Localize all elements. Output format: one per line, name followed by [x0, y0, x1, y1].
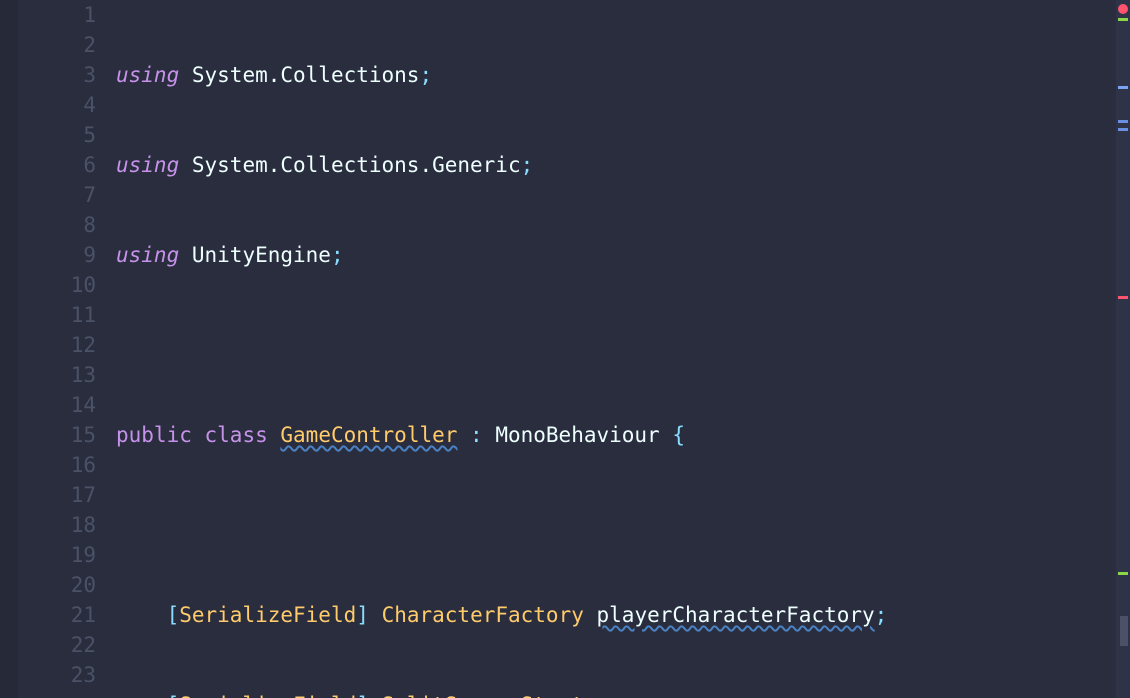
- code-line[interactable]: using UnityEngine;: [108, 240, 1116, 270]
- open-brace: {: [672, 423, 685, 447]
- type-name: CharacterFactory: [382, 603, 584, 627]
- line-number[interactable]: 11: [18, 300, 96, 330]
- namespace: System.Collections: [192, 63, 420, 87]
- line-number[interactable]: 13: [18, 360, 96, 390]
- line-number[interactable]: 16: [18, 450, 96, 480]
- code-area[interactable]: using System.Collections; using System.C…: [108, 0, 1116, 698]
- line-number[interactable]: 20: [18, 570, 96, 600]
- line-number[interactable]: 3: [18, 60, 96, 90]
- code-line[interactable]: public class GameController : MonoBehavi…: [108, 420, 1116, 450]
- keyword-using: using: [116, 63, 179, 87]
- code-line[interactable]: using System.Collections;: [108, 60, 1116, 90]
- namespace: System.Collections.Generic: [192, 153, 521, 177]
- namespace: UnityEngine: [192, 243, 331, 267]
- info-marker[interactable]: [1118, 120, 1128, 123]
- line-number[interactable]: 1: [18, 0, 96, 30]
- type-name: SplitScreenStrategy: [382, 693, 622, 698]
- keyword-using: using: [116, 243, 179, 267]
- colon: :: [457, 423, 495, 447]
- line-number[interactable]: 14: [18, 390, 96, 420]
- semicolon: ;: [331, 243, 344, 267]
- line-number[interactable]: 19: [18, 540, 96, 570]
- keyword-public: public: [116, 423, 192, 447]
- line-number[interactable]: 9: [18, 240, 96, 270]
- code-line[interactable]: [108, 510, 1116, 540]
- line-number[interactable]: 4: [18, 90, 96, 120]
- info-marker[interactable]: [1118, 128, 1128, 131]
- code-line[interactable]: using System.Collections.Generic;: [108, 150, 1116, 180]
- line-number[interactable]: 5: [18, 120, 96, 150]
- line-number[interactable]: 17: [18, 480, 96, 510]
- error-marker[interactable]: [1118, 296, 1128, 299]
- semicolon: ;: [521, 153, 534, 177]
- keyword-class: class: [205, 423, 268, 447]
- code-line[interactable]: [108, 330, 1116, 360]
- code-line[interactable]: [SerializeField] SplitScreenStrategy scr…: [108, 690, 1116, 698]
- line-number[interactable]: 15: [18, 420, 96, 450]
- line-number-gutter[interactable]: 1 2 3 4 5 6 7 8 9 10 11 12 13 14 15 16 1…: [18, 0, 108, 698]
- breakpoint-marker[interactable]: [1118, 4, 1128, 14]
- line-number[interactable]: 10: [18, 270, 96, 300]
- line-number[interactable]: 12: [18, 330, 96, 360]
- field-name: screen: [634, 693, 710, 698]
- info-marker[interactable]: [1118, 86, 1128, 89]
- base-type: MonoBehaviour: [495, 423, 659, 447]
- class-name: GameController: [280, 423, 457, 447]
- attribute: SerializeField: [179, 603, 356, 627]
- code-editor[interactable]: 1 2 3 4 5 6 7 8 9 10 11 12 13 14 15 16 1…: [0, 0, 1130, 698]
- attribute: SerializeField: [179, 693, 356, 698]
- keyword-using: using: [116, 153, 179, 177]
- line-number[interactable]: 8: [18, 210, 96, 240]
- line-number[interactable]: 6: [18, 150, 96, 180]
- overview-ruler[interactable]: [1116, 0, 1130, 698]
- change-marker[interactable]: [1118, 572, 1128, 575]
- field-name: playerCharacterFactory: [597, 603, 875, 627]
- line-number[interactable]: 21: [18, 600, 96, 630]
- line-number[interactable]: 18: [18, 510, 96, 540]
- line-number[interactable]: 23: [18, 660, 96, 690]
- semicolon: ;: [419, 63, 432, 87]
- scroll-thumb[interactable]: [1120, 616, 1128, 646]
- left-rail: [0, 0, 18, 698]
- code-line[interactable]: [SerializeField] CharacterFactory player…: [108, 600, 1116, 630]
- line-number[interactable]: 2: [18, 30, 96, 60]
- line-number[interactable]: 22: [18, 630, 96, 660]
- change-marker[interactable]: [1118, 18, 1128, 21]
- line-number[interactable]: 7: [18, 180, 96, 210]
